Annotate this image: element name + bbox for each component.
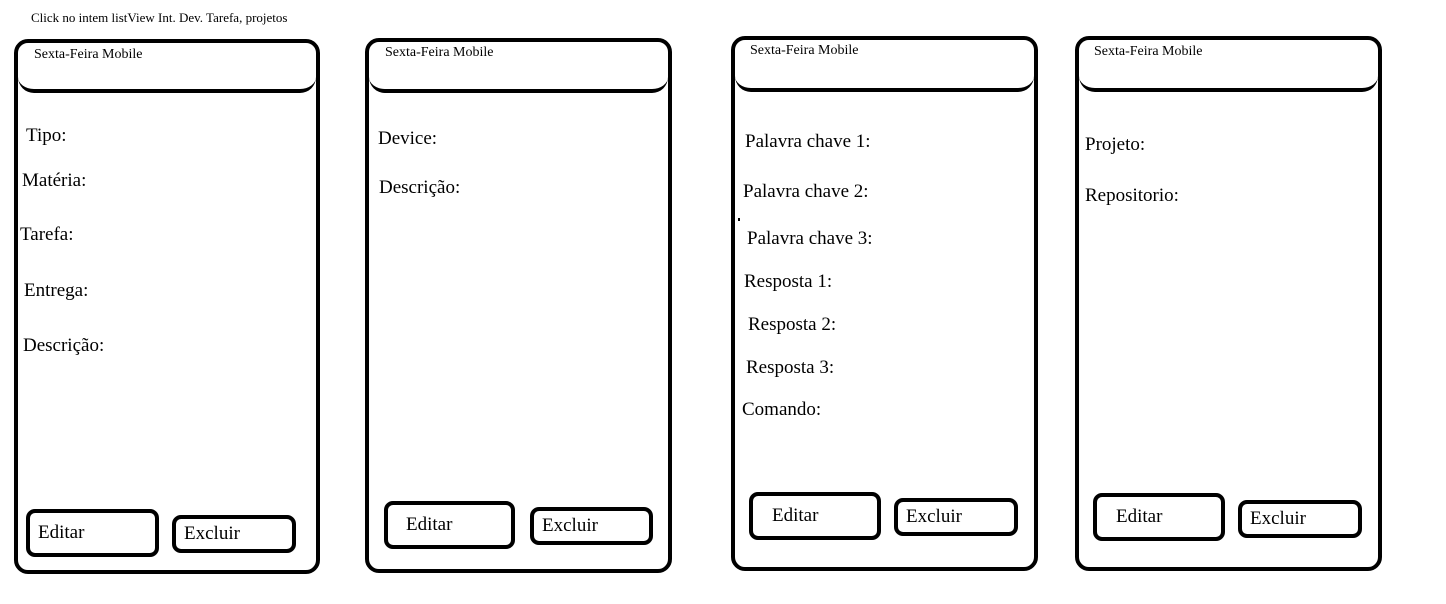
label-descricao: Descrição: [23, 335, 105, 356]
label-repositorio: Repositorio: [1085, 185, 1179, 206]
label-descricao: Descrição: [379, 177, 461, 198]
label-palavra-chave-3: Palavra chave 3: [747, 228, 873, 249]
edit-button[interactable]: Editar [1093, 493, 1225, 541]
app-header: Sexta-Feira Mobile [369, 42, 668, 93]
app-header: Sexta-Feira Mobile [18, 43, 316, 93]
label-tarefa: Tarefa: [20, 224, 74, 245]
edit-button[interactable]: Editar [384, 501, 515, 549]
label-palavra-chave-2: Palavra chave 2: [743, 181, 869, 202]
phone-screen-task: Sexta-Feira Mobile Tipo: Matéria: Tarefa… [14, 39, 320, 574]
app-title: Sexta-Feira Mobile [750, 43, 859, 58]
phone-screen-device: Sexta-Feira Mobile Device: Descrição: Ed… [365, 38, 672, 573]
app-header: Sexta-Feira Mobile [735, 40, 1034, 92]
phone-screen-keywords: Sexta-Feira Mobile Palavra chave 1: Pala… [731, 36, 1038, 571]
label-resposta-1: Resposta 1: [744, 271, 833, 292]
delete-button[interactable]: Excluir [530, 507, 653, 545]
delete-button[interactable]: Excluir [1238, 500, 1362, 538]
label-materia: Matéria: [22, 170, 87, 191]
label-resposta-2: Resposta 2: [748, 314, 837, 335]
edit-button[interactable]: Editar [749, 492, 881, 540]
page-caption: Click no intem listView Int. Dev. Tarefa… [31, 10, 288, 25]
phone-screen-project: Sexta-Feira Mobile Projeto: Repositorio:… [1075, 36, 1382, 571]
label-palavra-chave-1: Palavra chave 1: [745, 131, 871, 152]
label-comando: Comando: [742, 399, 822, 420]
delete-button[interactable]: Excluir [894, 498, 1018, 536]
app-header: Sexta-Feira Mobile [1079, 40, 1378, 92]
app-title: Sexta-Feira Mobile [34, 47, 143, 62]
app-title: Sexta-Feira Mobile [385, 45, 494, 60]
label-tipo: Tipo: [26, 125, 67, 146]
edit-button[interactable]: Editar [26, 509, 159, 557]
label-resposta-3: Resposta 3: [746, 357, 835, 378]
label-projeto: Projeto: [1085, 134, 1146, 155]
delete-button[interactable]: Excluir [172, 515, 296, 553]
app-title: Sexta-Feira Mobile [1094, 44, 1203, 59]
label-entrega: Entrega: [24, 280, 89, 301]
label-device: Device: [378, 128, 438, 149]
stray-mark [738, 218, 740, 221]
